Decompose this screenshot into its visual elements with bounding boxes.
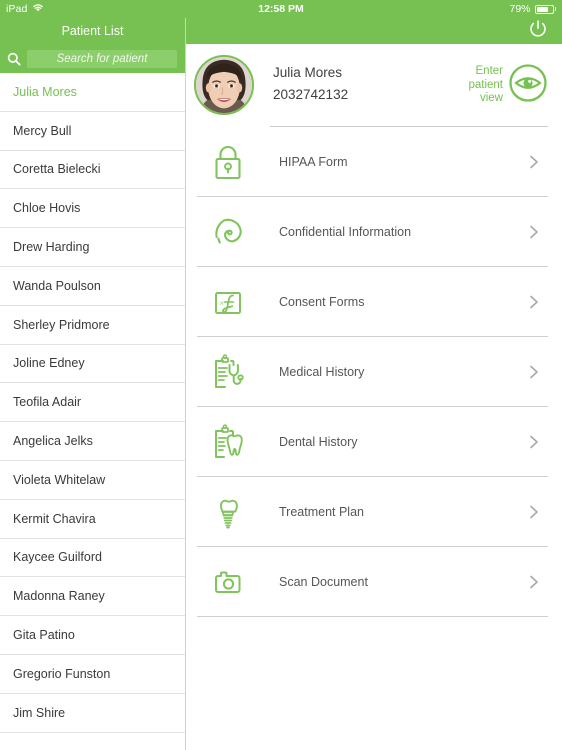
content-toolbar: [186, 18, 562, 44]
app-root: iPad 12:58 PM 79% Patient List Search fo…: [0, 0, 562, 750]
menu-item-label: Consent Forms: [279, 294, 365, 309]
patient-list-item[interactable]: Chloe Hovis: [0, 189, 185, 229]
wifi-icon: [32, 3, 44, 15]
patient-name-label: Chloe Hovis: [13, 201, 81, 216]
status-bar-left: iPad: [6, 3, 44, 15]
patient-name-label: Gita Patino: [13, 628, 75, 643]
menu-item-scan-document[interactable]: Scan Document: [197, 547, 548, 617]
patient-name-label: Mercy Bull: [13, 123, 72, 138]
patient-list-item[interactable]: Joline Edney: [0, 345, 185, 384]
patient-header: Julia Mores 2032742132 Enter patient vie…: [186, 44, 562, 115]
menu-item-label: HIPAA Form: [279, 154, 348, 169]
search-field-container[interactable]: [27, 49, 177, 68]
chevron-right-icon: [526, 364, 542, 380]
menu-item-label: Confidential Information: [279, 224, 412, 239]
patient-list-item[interactable]: Coretta Bielecki: [0, 151, 185, 190]
chevron-right-icon: [526, 504, 542, 520]
clipboard-tooth-icon: [205, 420, 251, 464]
chevron-right-icon: [526, 224, 542, 240]
patient-name-label: Gregorio Funston: [13, 666, 111, 681]
patient-name-label: Violeta Whitelaw: [13, 472, 106, 487]
chevron-right-icon: [526, 294, 542, 310]
avatar: [194, 55, 254, 115]
search-icon: [7, 52, 21, 66]
patient-list-item[interactable]: Sherley Pridmore: [0, 306, 185, 345]
battery-percent-label: 79%: [509, 3, 531, 15]
menu-item-label: Dental History: [279, 434, 358, 449]
patient-list-item[interactable]: Jim Shire: [0, 694, 185, 733]
menu-item-consent-forms[interactable]: × Consent Forms: [197, 267, 548, 337]
status-bar-time: 12:58 PM: [258, 3, 304, 15]
power-button[interactable]: [526, 19, 550, 43]
split-view: Patient List Julia Mores Mercy Bull Core…: [0, 18, 562, 750]
svg-text:×: ×: [220, 299, 225, 308]
ios-status-bar: iPad 12:58 PM 79%: [0, 0, 562, 18]
camera-icon: [205, 560, 251, 604]
patient-list-sidebar: Patient List Julia Mores Mercy Bull Core…: [0, 18, 186, 750]
menu-item-label: Medical History: [279, 364, 365, 379]
enter-patient-view-label: Enter patient view: [468, 65, 503, 105]
patient-name-label: Wanda Poulson: [13, 278, 101, 293]
patient-name-label: Angelica Jelks: [13, 434, 93, 449]
lock-icon: [205, 140, 251, 184]
menu-item-dental-history[interactable]: Dental History: [197, 407, 548, 477]
menu-item-medical-history[interactable]: Medical History: [197, 337, 548, 407]
chevron-right-icon: [526, 154, 542, 170]
power-icon: [527, 18, 549, 45]
patient-name-label: Teofila Adair: [13, 395, 82, 410]
patient-name-label: Jim Shire: [13, 705, 66, 720]
dental-implant-icon: [205, 490, 251, 534]
menu-item-treatment-plan[interactable]: Treatment Plan: [197, 477, 548, 547]
patient-name-label: Kermit Chavira: [13, 511, 96, 526]
patient-detail-pane: Julia Mores 2032742132 Enter patient vie…: [186, 18, 562, 750]
menu-item-hipaa-form[interactable]: HIPAA Form: [197, 127, 548, 197]
signature-icon: ×: [205, 280, 251, 324]
battery-icon: [534, 4, 556, 14]
patient-list-item[interactable]: Gregorio Funston: [0, 655, 185, 694]
patient-id: 2032742132: [273, 87, 349, 102]
patient-list-item[interactable]: Kaycee Guilford: [0, 539, 185, 578]
patient-list-item[interactable]: Violeta Whitelaw: [0, 461, 185, 500]
patient-list-item[interactable]: Mercy Bull: [0, 112, 185, 151]
patient-list-item[interactable]: Kermit Chavira: [0, 500, 185, 539]
chevron-right-icon: [526, 434, 542, 450]
patient-name-label: Joline Edney: [13, 356, 85, 371]
patient-name-label: Kaycee Guilford: [13, 550, 102, 565]
menu-item-label: Scan Document: [279, 574, 368, 589]
search-bar: [0, 44, 185, 73]
status-bar-right: 79%: [509, 3, 556, 15]
device-name: iPad: [6, 3, 28, 15]
patient-info: Julia Mores 2032742132: [273, 55, 468, 102]
patient-list[interactable]: Julia Mores Mercy Bull Coretta Bielecki …: [0, 73, 185, 750]
patient-list-item[interactable]: Wanda Poulson: [0, 267, 185, 306]
patient-name-label: Drew Harding: [13, 240, 90, 255]
menu-item-confidential-information[interactable]: Confidential Information: [197, 197, 548, 267]
patient-name-label: Julia Mores: [13, 84, 77, 99]
patient-list-item[interactable]: Drew Harding: [0, 228, 185, 267]
patient-name-label: Sherley Pridmore: [13, 317, 110, 332]
fingerprint-icon: [205, 210, 251, 254]
patient-name-label: Madonna Raney: [13, 589, 105, 604]
patient-name-label: Coretta Bielecki: [13, 162, 101, 177]
patient-list-item[interactable]: Angelica Jelks: [0, 422, 185, 461]
sidebar-title: Patient List: [0, 18, 185, 44]
patient-name: Julia Mores: [273, 65, 343, 80]
menu-item-label: Treatment Plan: [279, 504, 364, 519]
patient-list-item[interactable]: Madonna Raney: [0, 577, 185, 617]
patient-list-item[interactable]: Julia Mores: [0, 73, 185, 112]
eye-icon: [508, 63, 548, 108]
patient-menu-list: HIPAA Form Confidential Information × Co…: [186, 127, 562, 617]
enter-patient-view-button[interactable]: Enter patient view: [468, 55, 548, 108]
chevron-right-icon: [526, 574, 542, 590]
search-input[interactable]: [27, 49, 177, 68]
patient-list-item[interactable]: Teofila Adair: [0, 383, 185, 423]
clipboard-stethoscope-icon: [205, 350, 251, 394]
patient-list-item[interactable]: Gita Patino: [0, 616, 185, 655]
patient-photo: [196, 57, 252, 113]
